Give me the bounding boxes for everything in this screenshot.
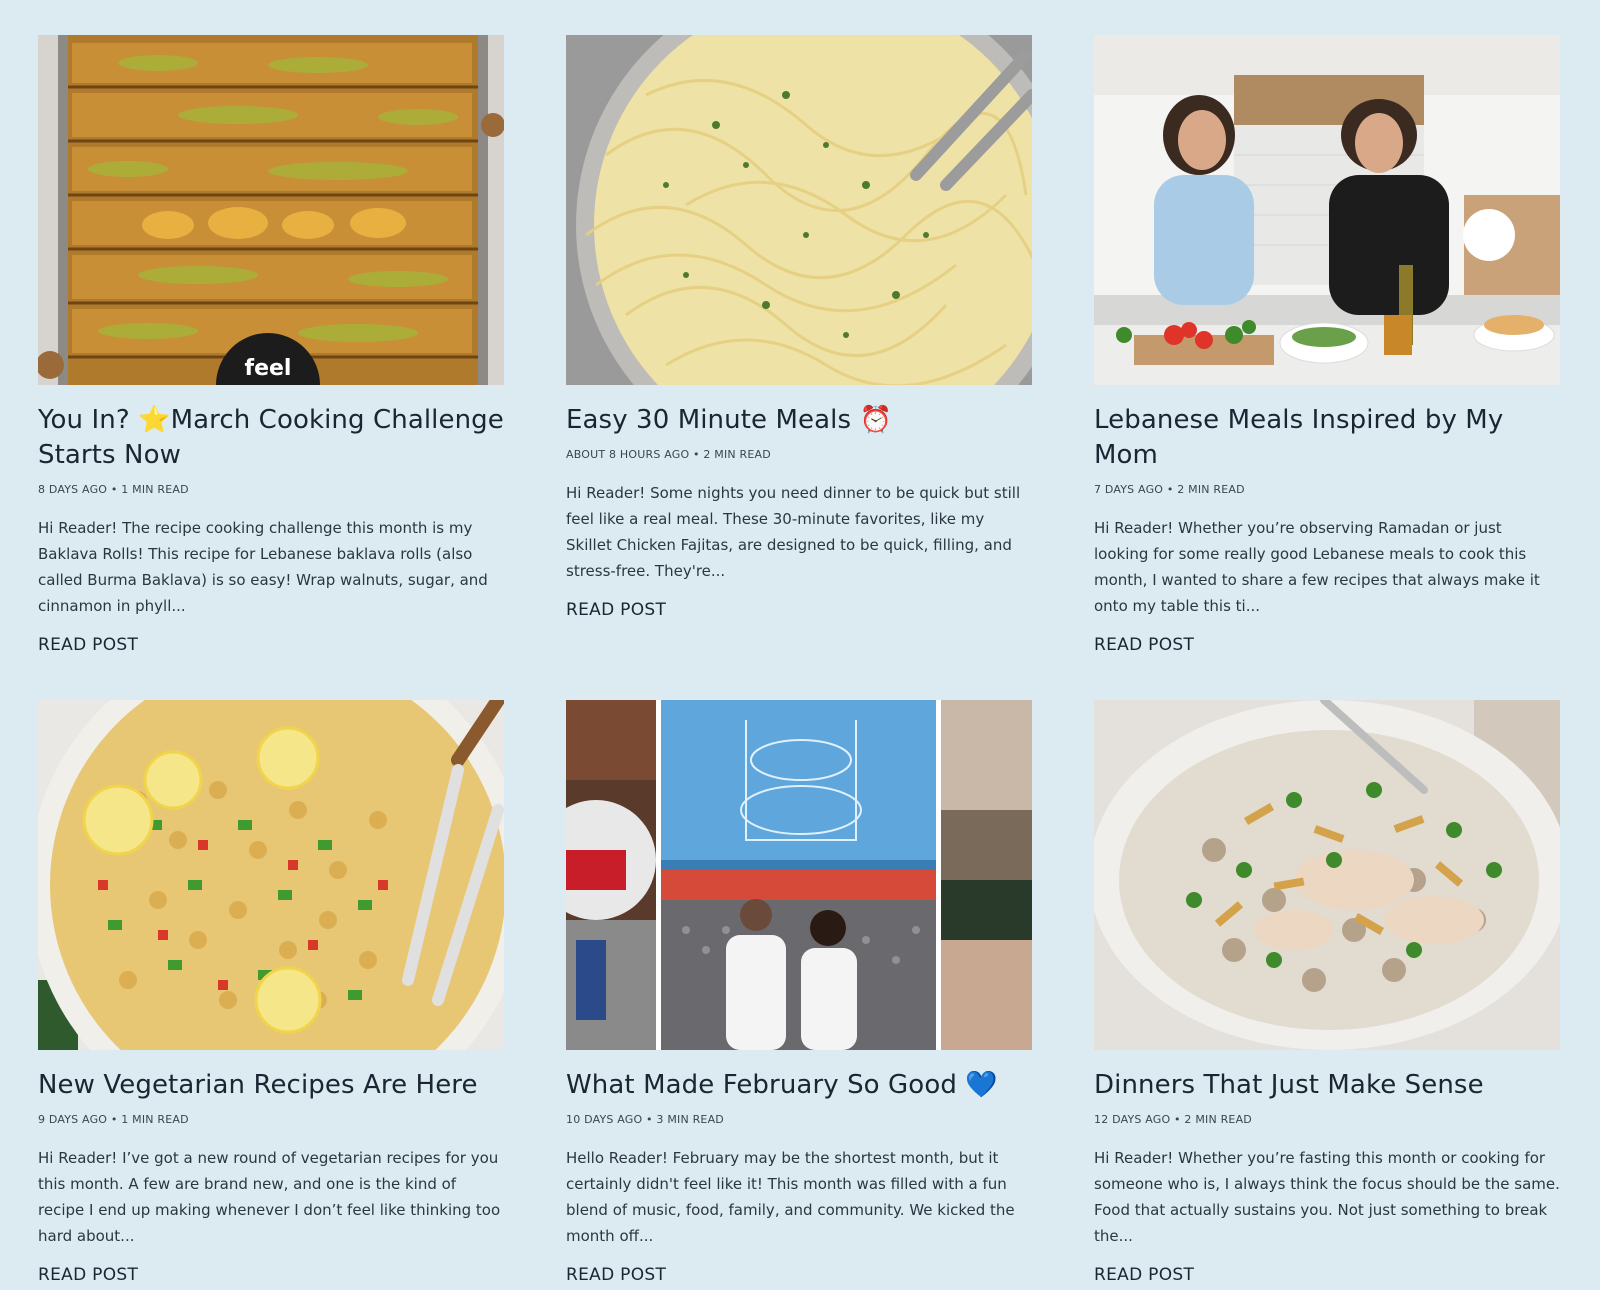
- post-image[interactable]: [566, 700, 1032, 1050]
- svg-text:feel: feel: [245, 356, 292, 381]
- post-excerpt: Hello Reader! February may be the shorte…: [566, 1149, 1015, 1245]
- post-image[interactable]: feel: [38, 35, 504, 385]
- post-title[interactable]: Lebanese Meals Inspired by My Mom: [1094, 403, 1560, 473]
- read-post-link[interactable]: READ POST: [1094, 1265, 1194, 1285]
- read-post-link[interactable]: READ POST: [566, 1265, 666, 1285]
- post-meta: 9 DAYS AGO • 1 MIN READ: [38, 1113, 189, 1126]
- read-post-link[interactable]: READ POST: [38, 635, 138, 655]
- post-excerpt: Hi Reader! The recipe cooking challenge …: [38, 519, 488, 615]
- post-excerpt: Hi Reader! Whether you’re observing Rama…: [1094, 519, 1540, 615]
- post-image[interactable]: [1094, 35, 1560, 385]
- post-meta: ABOUT 8 HOURS AGO • 2 MIN READ: [566, 448, 771, 461]
- read-post-link[interactable]: READ POST: [38, 1265, 138, 1285]
- read-post-link[interactable]: READ POST: [566, 600, 666, 620]
- post-meta: 8 DAYS AGO • 1 MIN READ: [38, 483, 189, 496]
- post-image[interactable]: [566, 35, 1032, 385]
- read-post-link[interactable]: READ POST: [1094, 635, 1194, 655]
- post-title[interactable]: You In? ⭐March Cooking Challenge Starts …: [38, 403, 504, 473]
- post-title[interactable]: Easy 30 Minute Meals ⏰: [566, 403, 1032, 438]
- post-meta: 10 DAYS AGO • 3 MIN READ: [566, 1113, 724, 1126]
- post-card: What Made February So Good 💙 10 DAYS AGO…: [566, 700, 1032, 1285]
- post-meta: 7 DAYS AGO • 2 MIN READ: [1094, 483, 1245, 496]
- post-excerpt: Hi Reader! Whether you’re fasting this m…: [1094, 1149, 1560, 1245]
- post-excerpt: Hi Reader! I’ve got a new round of veget…: [38, 1149, 501, 1245]
- post-meta: 12 DAYS AGO • 2 MIN READ: [1094, 1113, 1252, 1126]
- post-card: feel You In? ⭐March Cooking Challenge St…: [38, 35, 504, 655]
- post-card: Easy 30 Minute Meals ⏰ ABOUT 8 HOURS AGO…: [566, 35, 1032, 620]
- post-title[interactable]: Dinners That Just Make Sense: [1094, 1068, 1560, 1103]
- post-card: New Vegetarian Recipes Are Here 9 DAYS A…: [38, 700, 504, 1285]
- post-card: Lebanese Meals Inspired by My Mom 7 DAYS…: [1094, 35, 1560, 655]
- post-card: Dinners That Just Make Sense 12 DAYS AGO…: [1094, 700, 1560, 1285]
- post-title[interactable]: New Vegetarian Recipes Are Here: [38, 1068, 504, 1103]
- post-image[interactable]: [38, 700, 504, 1050]
- post-excerpt: Hi Reader! Some nights you need dinner t…: [566, 484, 1021, 580]
- post-image[interactable]: [1094, 700, 1560, 1050]
- post-title[interactable]: What Made February So Good 💙: [566, 1068, 1032, 1103]
